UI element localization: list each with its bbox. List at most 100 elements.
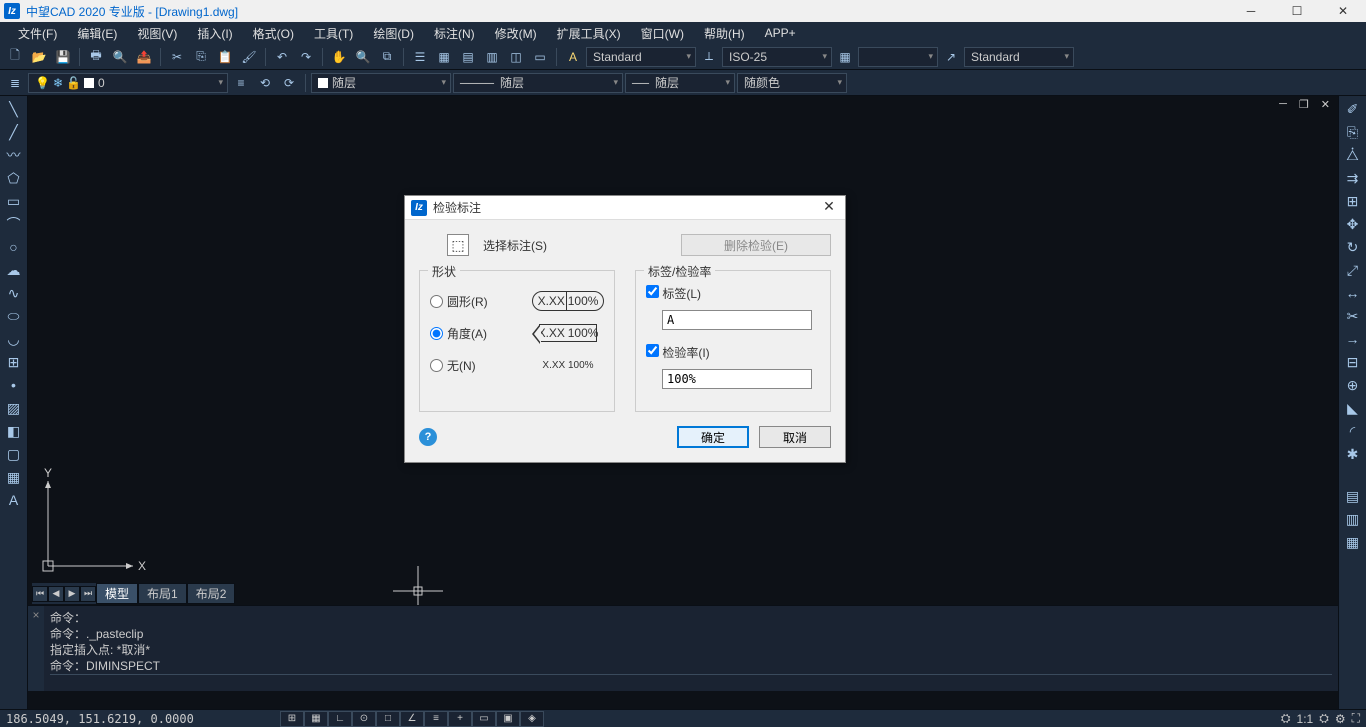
ws-icon[interactable]: ⚙ (1335, 712, 1346, 726)
menu-app[interactable]: APP+ (755, 23, 806, 43)
gradient-icon[interactable]: ◧ (3, 420, 25, 442)
offset-icon[interactable]: ⇉ (1342, 167, 1364, 189)
hatch-icon[interactable]: ▨ (3, 397, 25, 419)
publish-icon[interactable]: 📤 (133, 46, 155, 68)
xline-icon[interactable]: ╱ (3, 121, 25, 143)
palette2-icon[interactable]: ▥ (1342, 508, 1364, 530)
shape-none-radio[interactable]: 无(N) (430, 357, 476, 374)
pline-icon[interactable]: 〰 (3, 144, 25, 166)
layeriso-icon[interactable]: ≡ (230, 72, 252, 94)
menu-express[interactable]: 扩展工具(X) (547, 22, 631, 45)
revcloud-icon[interactable]: ☁ (3, 259, 25, 281)
line-icon[interactable]: ╲ (3, 98, 25, 120)
layerprev-icon[interactable]: ⟲ (254, 72, 276, 94)
palette3-icon[interactable]: ▦ (1342, 531, 1364, 553)
model-toggle[interactable]: ▭ (472, 711, 496, 727)
osnap-toggle[interactable]: □ (376, 711, 400, 727)
mtext-icon[interactable]: A (3, 489, 25, 511)
join-icon[interactable]: ⊕ (1342, 374, 1364, 396)
textstyle-icon[interactable]: A (562, 46, 584, 68)
extend-icon[interactable]: → (1342, 328, 1364, 350)
close-button[interactable]: ✕ (1320, 0, 1366, 22)
rectangle-icon[interactable]: ▭ (3, 190, 25, 212)
tab-first-icon[interactable]: ⏮ (32, 586, 48, 602)
pan-icon[interactable]: ✋ (328, 46, 350, 68)
mleader-style-combo[interactable]: Standard (964, 47, 1074, 67)
menu-modify[interactable]: 修改(M) (485, 22, 547, 45)
command-input[interactable] (50, 674, 1332, 692)
minimize-button[interactable]: ─ (1228, 0, 1274, 22)
menu-insert[interactable]: 插入(I) (187, 22, 242, 45)
spline-icon[interactable]: ∿ (3, 282, 25, 304)
tab-next-icon[interactable]: ▶ (64, 586, 80, 602)
doc-restore-icon[interactable]: ❐ (1295, 98, 1313, 111)
cmd-close-icon[interactable]: × (32, 608, 39, 622)
tool5-icon[interactable]: ▭ (529, 46, 551, 68)
props-icon[interactable]: ☰ (409, 46, 431, 68)
region-icon[interactable]: ▢ (3, 443, 25, 465)
erase-icon[interactable]: ✐ (1342, 98, 1364, 120)
tab-last-icon[interactable]: ⏭ (80, 586, 96, 602)
array-icon[interactable]: ⊞ (1342, 190, 1364, 212)
move-icon[interactable]: ✥ (1342, 213, 1364, 235)
save-icon[interactable]: 💾 (52, 46, 74, 68)
copy2-icon[interactable]: ⎘ (1342, 121, 1364, 143)
cancel-button[interactable]: 取消 (759, 426, 831, 448)
otrack-toggle[interactable]: ∠ (400, 711, 424, 727)
tablestyle-icon[interactable]: ▦ (834, 46, 856, 68)
menu-window[interactable]: 窗口(W) (631, 22, 694, 45)
tool3-icon[interactable]: ▥ (481, 46, 503, 68)
trim-icon[interactable]: ✂ (1342, 305, 1364, 327)
linetype-combo[interactable]: ────随层 (453, 73, 623, 93)
layermatch-icon[interactable]: ⟳ (278, 72, 300, 94)
rate-checkbox[interactable]: 检验率(I) (646, 344, 710, 361)
menu-format[interactable]: 格式(O) (243, 22, 304, 45)
zoomwin-icon[interactable]: ⧉ (376, 46, 398, 68)
menu-dimension[interactable]: 标注(N) (424, 22, 485, 45)
dyn-toggle[interactable]: + (448, 711, 472, 727)
menu-tools[interactable]: 工具(T) (304, 22, 363, 45)
open-icon[interactable]: 📂 (28, 46, 50, 68)
paste-icon[interactable]: 📋 (214, 46, 236, 68)
menu-help[interactable]: 帮助(H) (694, 22, 755, 45)
label-checkbox[interactable]: 标签(L) (646, 285, 701, 302)
menu-draw[interactable]: 绘图(D) (363, 22, 424, 45)
ortho-toggle[interactable]: ∟ (328, 711, 352, 727)
chamfer-icon[interactable]: ◣ (1342, 397, 1364, 419)
copy-icon[interactable]: ⎘ (190, 46, 212, 68)
mirror-icon[interactable]: ⧊ (1342, 144, 1364, 166)
circle-icon[interactable]: ○ (3, 236, 25, 258)
doc-minimize-icon[interactable]: ─ (1275, 98, 1291, 111)
anno-toggle[interactable]: ◈ (520, 711, 544, 727)
tool1-icon[interactable]: ▦ (433, 46, 455, 68)
annoscale-icon[interactable]: ⛭ (1281, 711, 1291, 726)
block-icon[interactable]: ⊞ (3, 351, 25, 373)
arc-icon[interactable]: ⌒ (3, 213, 25, 235)
shape-round-radio[interactable]: 圆形(R) (430, 293, 488, 310)
label-input[interactable] (662, 310, 812, 330)
grid-toggle[interactable]: ▦ (304, 711, 328, 727)
help-icon[interactable]: ? (419, 428, 437, 446)
tab-layout2[interactable]: 布局2 (187, 583, 236, 604)
point-icon[interactable]: • (3, 374, 25, 396)
menu-view[interactable]: 视图(V) (127, 22, 187, 45)
stretch-icon[interactable]: ↔ (1342, 282, 1364, 304)
ok-button[interactable]: 确定 (677, 426, 749, 448)
explode-icon[interactable]: ✱ (1342, 443, 1364, 465)
command-history[interactable]: 命令： 命令：._pasteclip 指定插入点: *取消* 命令：DIMINS… (44, 606, 1338, 691)
dim-style-combo[interactable]: ISO-25 (722, 47, 832, 67)
scale-label[interactable]: 1:1 (1297, 712, 1314, 726)
table-icon[interactable]: ▦ (3, 466, 25, 488)
text-style-combo[interactable]: Standard (586, 47, 696, 67)
polar-toggle[interactable]: ⊙ (352, 711, 376, 727)
new-icon[interactable]: 🗋 (4, 46, 26, 68)
table-style-combo[interactable] (858, 47, 938, 67)
matchprop-icon[interactable]: 🖌 (238, 46, 260, 68)
break-icon[interactable]: ⊟ (1342, 351, 1364, 373)
preview-icon[interactable]: 🔍 (109, 46, 131, 68)
cycle-toggle[interactable]: ▣ (496, 711, 520, 727)
fillet-icon[interactable]: ◜ (1342, 420, 1364, 442)
menu-edit[interactable]: 编辑(E) (67, 22, 127, 45)
select-dims-icon[interactable]: ⬚ (447, 234, 469, 256)
fullscreen-icon[interactable]: ⛶ (1352, 711, 1360, 726)
